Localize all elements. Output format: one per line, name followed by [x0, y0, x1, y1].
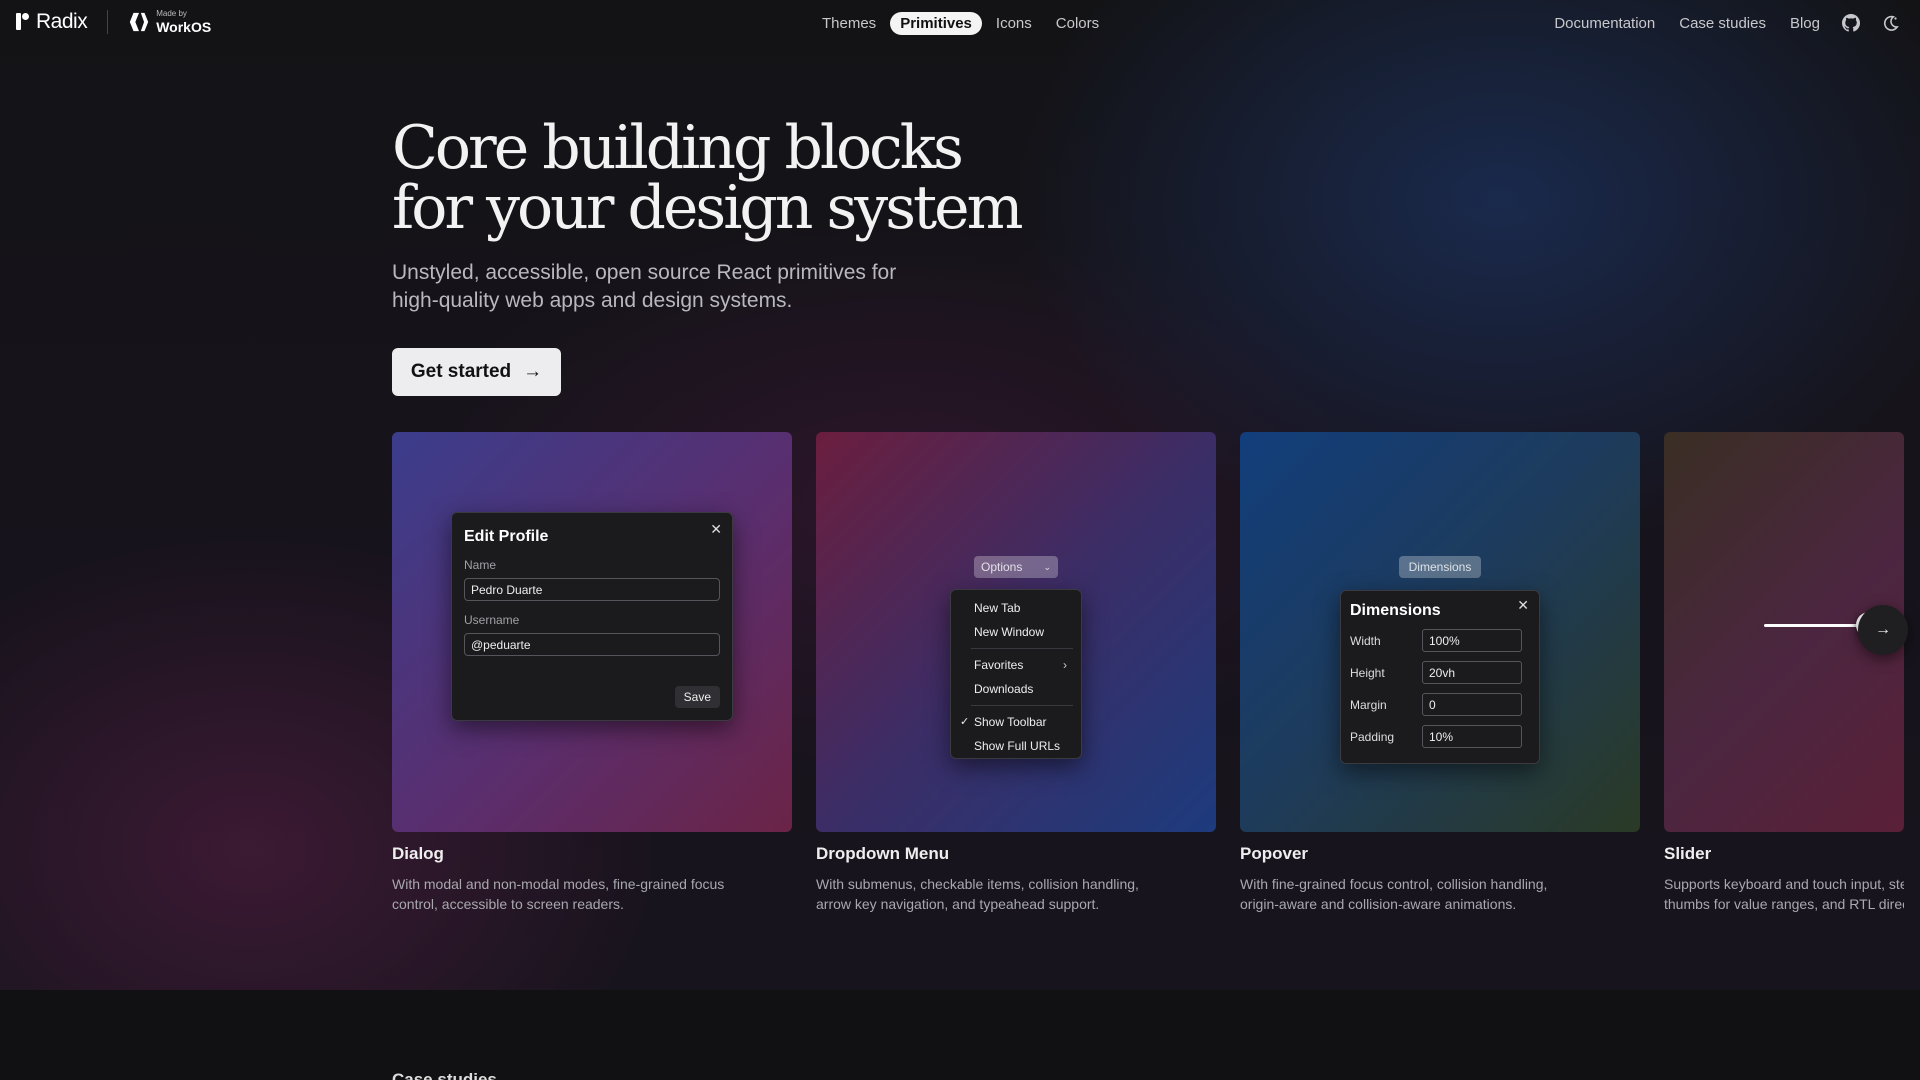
popover-row-padding: Padding 10% [1350, 725, 1530, 748]
case-studies-heading: Case studies [392, 1070, 497, 1080]
nav-case-studies[interactable]: Case studies [1679, 15, 1766, 32]
card-dropdown-menu[interactable]: Options ⌄ New Tab New Window Favorites ›… [816, 432, 1216, 914]
favorites-label: Favorites [974, 658, 1024, 672]
dimensions-popover: Dimensions ✕ Width 100% Height 20vh Marg… [1340, 590, 1540, 764]
theme-toggle-icon[interactable] [1882, 14, 1900, 32]
card-description: With submenus, checkable items, collisio… [816, 876, 1139, 912]
card-description: Supports keyboard and touch input, ste t… [1664, 874, 1904, 914]
menu-separator [971, 648, 1073, 649]
made-by-workos: Made by WorkOS [156, 9, 212, 35]
case-studies-section [0, 990, 1920, 1080]
carousel-next-button[interactable]: → [1858, 605, 1908, 655]
menu-item-new-window[interactable]: New Window [951, 620, 1081, 644]
nav-themes[interactable]: Themes [812, 12, 886, 35]
dimensions-trigger[interactable]: Dimensions [1399, 556, 1481, 578]
radix-logo-icon [14, 10, 30, 34]
hero-subtitle: Unstyled, accessible, open source React … [392, 261, 897, 312]
card-popover[interactable]: Dimensions Dimensions ✕ Width 100% Heigh… [1240, 432, 1640, 914]
options-trigger[interactable]: Options ⌄ [974, 556, 1058, 578]
height-label: Height [1350, 665, 1385, 680]
card-slider[interactable]: Slider Supports keyboard and touch input… [1664, 432, 1904, 914]
menu-separator [971, 705, 1073, 706]
top-nav: Radix Made by WorkOS Themes Primitives I… [0, 0, 1920, 48]
workos-logo-icon [130, 12, 149, 32]
close-icon[interactable]: ✕ [710, 521, 722, 538]
nav-primitives[interactable]: Primitives [890, 12, 982, 35]
github-icon[interactable] [1842, 14, 1860, 32]
popover-demo-art: Dimensions Dimensions ✕ Width 100% Heigh… [1240, 432, 1640, 832]
name-field[interactable]: Pedro Duarte [464, 578, 720, 601]
nav-blog[interactable]: Blog [1790, 15, 1820, 32]
padding-input[interactable]: 10% [1422, 725, 1522, 748]
card-dialog[interactable]: Edit Profile ✕ Name Pedro Duarte Usernam… [392, 432, 792, 914]
menu-item-downloads[interactable]: Downloads [951, 677, 1081, 701]
brand-divider [107, 10, 109, 34]
arrow-right-icon: → [1875, 621, 1891, 638]
card-description: With fine-grained focus control, collisi… [1240, 876, 1548, 912]
close-icon[interactable]: ✕ [1517, 597, 1529, 614]
get-started-button[interactable]: Get started → [392, 348, 561, 396]
popover-title: Dimensions [1350, 602, 1441, 619]
show-toolbar-label: Show Toolbar [974, 715, 1047, 729]
dropdown-menu: New Tab New Window Favorites › Downloads… [950, 589, 1082, 759]
menu-item-new-tab[interactable]: New Tab [951, 596, 1081, 620]
card-description: With modal and non-modal modes, fine-gra… [392, 876, 725, 912]
radix-wordmark: Radix [36, 10, 88, 33]
edit-profile-dialog: Edit Profile ✕ Name Pedro Duarte Usernam… [451, 512, 733, 721]
menu-item-show-toolbar[interactable]: ✓ Show Toolbar [951, 710, 1081, 734]
nav-documentation[interactable]: Documentation [1554, 15, 1655, 32]
name-label: Name [464, 558, 497, 572]
dialog-title: Edit Profile [464, 528, 549, 545]
popover-row-height: Height 20vh [1350, 661, 1530, 684]
popover-row-margin: Margin 0 [1350, 693, 1530, 716]
menu-item-favorites[interactable]: Favorites › [951, 653, 1081, 677]
get-started-label: Get started [410, 361, 512, 382]
brand[interactable]: Radix Made by WorkOS [14, 10, 211, 34]
check-icon: ✓ [960, 716, 970, 728]
margin-label: Margin [1350, 697, 1387, 712]
chevron-right-icon: › [1063, 658, 1067, 672]
workos-label: WorkOS [156, 19, 212, 35]
popover-row-width: Width 100% [1350, 629, 1530, 652]
height-input[interactable]: 20vh [1422, 661, 1522, 684]
card-title: Dialog [392, 844, 444, 863]
description-line-2: thumbs for value ranges, and RTL direc [1664, 896, 1904, 912]
made-by-label: Made by [156, 9, 187, 18]
width-label: Width [1350, 633, 1381, 648]
chevron-down-icon: ⌄ [1043, 561, 1051, 572]
options-label: Options [981, 560, 1023, 574]
dropdown-demo-art: Options ⌄ New Tab New Window Favorites ›… [816, 432, 1216, 832]
card-title: Slider [1664, 844, 1712, 863]
dialog-demo-art: Edit Profile ✕ Name Pedro Duarte Usernam… [392, 432, 792, 832]
description-line-1: Supports keyboard and touch input, ste [1664, 876, 1904, 892]
username-label: Username [464, 613, 520, 627]
card-title: Dropdown Menu [816, 844, 950, 863]
hero-title: Core building blocks for your design sys… [392, 113, 1024, 243]
username-field[interactable]: @peduarte [464, 633, 720, 656]
width-input[interactable]: 100% [1422, 629, 1522, 652]
card-title: Popover [1240, 844, 1309, 863]
padding-label: Padding [1350, 729, 1395, 744]
arrow-right-icon: → [523, 361, 543, 382]
margin-input[interactable]: 0 [1422, 693, 1522, 716]
nav-icons[interactable]: Icons [986, 12, 1042, 35]
primary-nav: Themes Primitives Icons Colors [812, 12, 1113, 35]
secondary-nav: Documentation Case studies Blog [1530, 14, 1900, 32]
save-button[interactable]: Save [674, 686, 720, 708]
menu-item-show-full-urls[interactable]: Show Full URLs [951, 734, 1081, 758]
nav-colors[interactable]: Colors [1046, 12, 1109, 35]
